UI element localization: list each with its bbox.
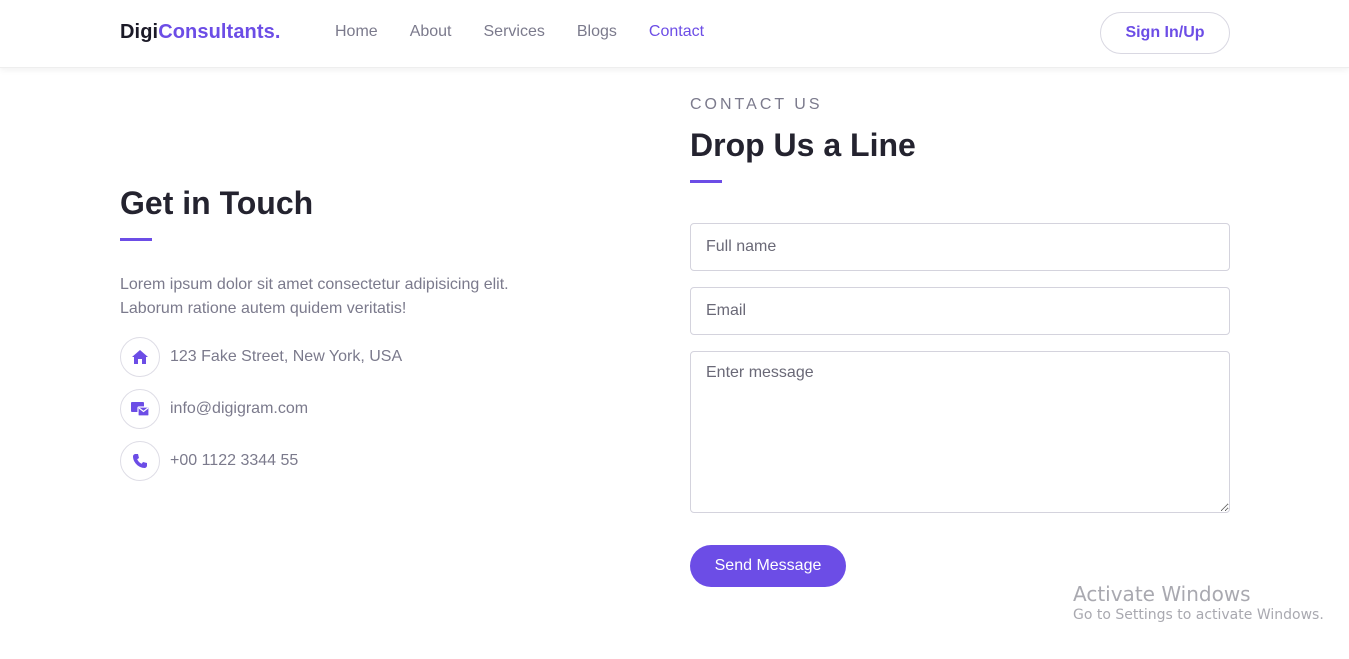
phone-row: +00 1122 3344 55: [120, 441, 298, 481]
contact-description: Lorem ipsum dolor sit amet consectetur a…: [120, 276, 509, 317]
brand-logo[interactable]: DigiConsultants.: [120, 21, 281, 44]
nav-blogs[interactable]: Blogs: [577, 23, 617, 41]
email-row: info@digigram.com: [120, 389, 308, 429]
nav-home[interactable]: Home: [335, 23, 378, 41]
brand-name-part1: Digi: [120, 21, 159, 43]
main-nav: Home About Services Blogs Contact: [335, 23, 736, 41]
email-input[interactable]: [690, 287, 1230, 335]
brand-name-part2: Consultants.: [158, 21, 281, 43]
windows-watermark-subtitle: Go to Settings to activate Windows.: [1073, 607, 1324, 623]
email-text[interactable]: info@digigram.com: [170, 400, 308, 418]
contact-eyebrow: CONTACT US: [690, 96, 823, 113]
form-title: Drop Us a Line: [690, 127, 916, 163]
message-textarea[interactable]: [690, 351, 1230, 513]
title-underline: [120, 238, 152, 241]
nav-about[interactable]: About: [410, 23, 452, 41]
sign-in-button[interactable]: Sign In/Up: [1100, 12, 1230, 54]
windows-watermark-title: Activate Windows: [1073, 582, 1251, 606]
address-row: 123 Fake Street, New York, USA: [120, 337, 402, 377]
phone-text[interactable]: +00 1122 3344 55: [170, 452, 298, 470]
fullname-input[interactable]: [690, 223, 1230, 271]
nav-contact[interactable]: Contact: [649, 23, 704, 41]
nav-services[interactable]: Services: [484, 23, 545, 41]
get-in-touch-title: Get in Touch: [120, 185, 314, 221]
mail-icon: [120, 389, 160, 429]
send-message-button[interactable]: Send Message: [690, 545, 846, 587]
home-icon: [120, 337, 160, 377]
address-text: 123 Fake Street, New York, USA: [170, 348, 403, 365]
phone-icon: [120, 441, 160, 481]
top-navbar: DigiConsultants. Home About Services Blo…: [0, 0, 1349, 68]
form-title-underline: [690, 180, 722, 183]
